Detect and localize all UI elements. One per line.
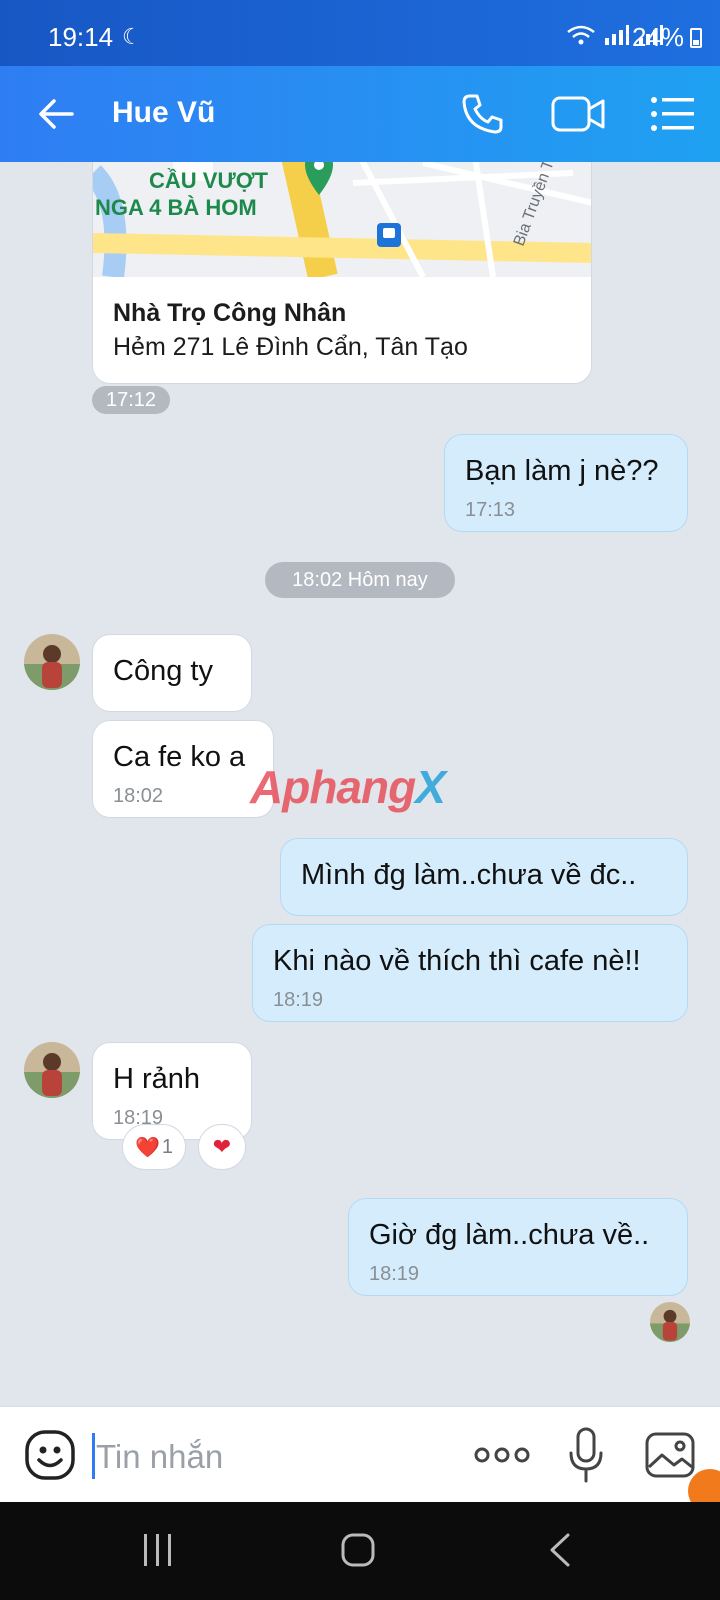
status-bar: 19:14 ☾ 24% <box>0 0 720 66</box>
message-bubble-outgoing[interactable]: Bạn làm j nè?? 17:13 <box>444 434 688 532</box>
message-time: 18:02 <box>113 785 164 807</box>
chat-header: Hue Vũ <box>0 66 720 162</box>
contact-avatar[interactable] <box>24 634 80 690</box>
image-icon[interactable] <box>644 1429 696 1481</box>
reaction-count: 1 <box>161 1135 174 1158</box>
system-back-icon[interactable] <box>546 1532 572 1568</box>
location-name: Nhà Trọ Công Nhân <box>113 299 347 327</box>
message-bubble-incoming[interactable]: Công ty <box>92 634 252 712</box>
message-time: 17:13 <box>465 499 516 521</box>
location-time: 17:12 <box>92 386 170 414</box>
battery-icon <box>690 28 702 48</box>
signal-icon <box>605 25 629 45</box>
video-camera-icon[interactable] <box>550 92 606 136</box>
phone-icon[interactable] <box>458 90 506 138</box>
message-bubble-outgoing[interactable]: Khi nào về thích thì cafe nè!! 18:19 <box>252 924 688 1022</box>
system-navigation-bar <box>0 1502 720 1600</box>
message-text: Bạn làm j nè?? <box>465 455 659 487</box>
message-text: Giờ đg làm..chưa về.. <box>369 1219 650 1251</box>
microphone-icon[interactable] <box>568 1427 604 1483</box>
watermark-part1: Aphang <box>250 761 416 813</box>
contact-name[interactable]: Hue Vũ <box>112 96 215 130</box>
message-bubble-outgoing[interactable]: Giờ đg làm..chưa về.. 18:19 <box>348 1198 688 1296</box>
map-label-line1: CẦU VƯỢT <box>149 168 268 193</box>
message-text: Ca fe ko a <box>113 741 246 773</box>
message-text: Công ty <box>113 655 213 687</box>
heart-icon: ❤ <box>212 1134 232 1159</box>
watermark: AphangX <box>250 760 446 814</box>
watermark-part2: X <box>415 761 446 813</box>
text-cursor <box>92 1433 95 1479</box>
message-time: 18:19 <box>273 989 324 1011</box>
emoji-icon[interactable] <box>24 1429 76 1481</box>
message-bubble-incoming[interactable]: Ca fe ko a 18:02 <box>92 720 274 818</box>
react-heart-button[interactable]: ❤ <box>198 1124 246 1170</box>
back-arrow-icon[interactable] <box>34 92 78 136</box>
location-address: Hẻm 271 Lê Đình Cẩn, Tân Tạo <box>113 333 468 361</box>
message-bubble-outgoing[interactable]: Mình đg làm..chưa về đc.. <box>280 838 688 916</box>
menu-icon[interactable] <box>650 94 696 134</box>
message-text: H rảnh <box>113 1063 201 1095</box>
more-icon[interactable] <box>474 1437 530 1473</box>
status-time: 19:14 <box>48 22 114 52</box>
reaction-summary[interactable]: ❤️ 1 <box>122 1124 186 1170</box>
message-text: Mình đg làm..chưa về đc.. <box>301 859 637 891</box>
wifi-icon <box>567 25 595 45</box>
recent-apps-icon[interactable] <box>140 1532 176 1568</box>
message-input[interactable] <box>96 1435 436 1479</box>
seen-avatar <box>650 1302 690 1342</box>
message-list[interactable]: CẦU VƯỢT NGA 4 BÀ HOM Bia Truyền T Nhà T… <box>0 162 720 1406</box>
message-time: 18:19 <box>369 1263 420 1285</box>
do-not-disturb-icon: ☾ <box>122 24 142 49</box>
message-text: Khi nào về thích thì cafe nè!! <box>273 945 641 977</box>
map-preview[interactable]: CẦU VƯỢT NGA 4 BÀ HOM Bia Truyền T <box>93 162 592 277</box>
heart-reaction-icon: ❤️ <box>134 1136 160 1159</box>
battery-percent: 24% <box>631 22 684 52</box>
map-label-line2: NGA 4 BÀ HOM <box>95 195 257 220</box>
contact-avatar[interactable] <box>24 1042 80 1098</box>
location-card[interactable]: CẦU VƯỢT NGA 4 BÀ HOM Bia Truyền T Nhà T… <box>92 162 592 384</box>
home-icon[interactable] <box>340 1532 376 1568</box>
message-composer <box>0 1406 720 1513</box>
date-separator: 18:02 Hôm nay <box>265 562 455 598</box>
